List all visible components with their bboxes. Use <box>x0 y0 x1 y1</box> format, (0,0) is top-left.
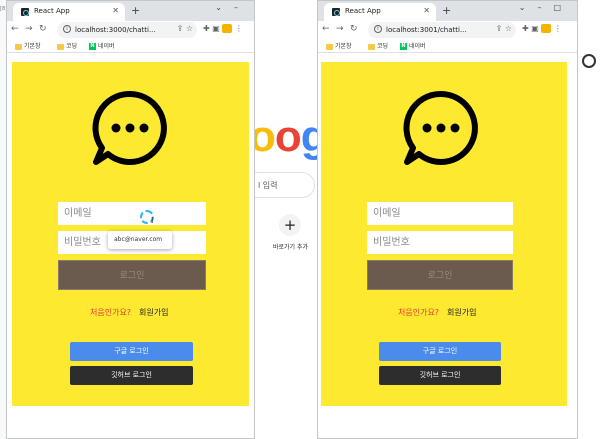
bookmark-item[interactable]: 기본창 <box>326 41 352 50</box>
email-input[interactable] <box>367 202 513 225</box>
reload-icon[interactable]: ↻ <box>350 24 358 34</box>
bookmark-star-icon[interactable]: ⇪ ☆ <box>177 24 193 33</box>
browser-toolbar: ← → ↻ i localhost:3001/chatti... ⇪ ☆ ✚ ▣… <box>318 21 577 39</box>
password-input[interactable] <box>367 231 513 254</box>
bookmark-item[interactable]: 기본창 <box>15 41 41 50</box>
circle-icon <box>582 54 596 68</box>
autofill-suggestion[interactable]: abc@naver.com <box>108 231 172 249</box>
tab-close-icon[interactable]: ✕ <box>423 6 430 15</box>
signup-row: 처음인가요? 회원가입 <box>398 307 477 318</box>
email-field[interactable] <box>58 202 206 225</box>
back-icon[interactable]: ← <box>11 24 19 34</box>
signup-link[interactable]: 회원가입 <box>447 308 476 317</box>
tab-react-app[interactable]: React App ✕ <box>13 3 125 21</box>
naver-icon: N <box>400 43 407 50</box>
text-cursor-icon: I <box>151 216 154 225</box>
new-tab-icon[interactable]: + <box>442 4 451 17</box>
new-tab-icon[interactable]: + <box>131 4 140 17</box>
forward-icon[interactable]: → <box>336 24 344 34</box>
tab-strip: React App ✕ + ⌄–□ <box>318 1 577 21</box>
reload-icon[interactable]: ↻ <box>39 24 47 34</box>
window-controls[interactable]: ⌄– <box>215 3 250 12</box>
folder-icon <box>15 43 22 50</box>
bookmark-item[interactable]: 코딩 <box>57 41 77 50</box>
address-bar[interactable]: i localhost:3001/chatti... ⇪ ☆ <box>368 22 516 38</box>
toolbar-icons[interactable]: ✚ ▣ ⋮ <box>522 24 562 33</box>
email-input[interactable] <box>58 202 206 225</box>
tab-react-app[interactable]: React App ✕ <box>324 3 436 21</box>
bookmark-item[interactable]: 코딩 <box>368 41 388 50</box>
folder-icon <box>326 43 333 50</box>
github-login-button[interactable]: 깃허브 로그인 <box>379 366 501 385</box>
signup-link[interactable]: 회원가입 <box>139 308 168 317</box>
search-placeholder: l 입력 <box>258 181 278 190</box>
forward-icon[interactable]: → <box>25 24 33 34</box>
bookmark-item[interactable]: N 네이버 <box>89 41 115 50</box>
bookmarks-bar: 기본창 코딩 N 네이버 <box>318 39 577 53</box>
google-logo: oog <box>255 112 317 161</box>
window-controls[interactable]: ⌄–□ <box>519 3 573 12</box>
login-button[interactable]: 로그인 <box>58 260 206 290</box>
add-shortcut-label: 바로가기 추가 <box>273 244 309 251</box>
bookmark-star-icon[interactable]: ⇪ ☆ <box>496 24 512 33</box>
signup-question: 처음인가요? <box>90 308 132 317</box>
google-search-box[interactable]: l 입력 <box>255 172 315 198</box>
google-login-button[interactable]: 구글 로그인 <box>70 342 193 361</box>
tab-close-icon[interactable]: ✕ <box>112 6 119 15</box>
background-newtab-page: oog l 입력 + 바로가기 추가 <box>255 0 317 439</box>
chat-bubble-icon <box>403 90 478 165</box>
toolbar-icons[interactable]: ✚ ▣ ⋮ <box>203 24 243 33</box>
login-button[interactable]: 로그인 <box>367 260 513 290</box>
folder-icon <box>368 43 375 50</box>
bookmark-item[interactable]: N 네이버 <box>400 41 426 50</box>
right-background-window <box>578 0 600 439</box>
signup-row: 처음인가요? 회원가입 <box>90 307 169 318</box>
google-login-button[interactable]: 구글 로그인 <box>379 342 501 361</box>
tab-title: React App <box>34 7 70 15</box>
address-bar[interactable]: i localhost:3000/chatti... ⇪ ☆ <box>57 22 197 38</box>
react-favicon-icon <box>21 8 29 16</box>
folder-icon <box>57 43 64 50</box>
password-field[interactable] <box>367 231 513 254</box>
browser-toolbar: ← → ↻ i localhost:3000/chatti... ⇪ ☆ ✚ ▣… <box>7 21 254 39</box>
site-info-icon[interactable]: i <box>63 25 71 33</box>
extension-icon[interactable] <box>222 24 233 33</box>
login-panel: 로그인 처음인가요? 회원가입 구글 로그인 깃허브 로그인 <box>321 62 567 406</box>
naver-icon: N <box>89 43 96 50</box>
url-text: localhost:3001/chatti... <box>386 26 467 34</box>
tab-strip: React App ✕ + ⌄– <box>7 1 254 21</box>
github-login-button[interactable]: 깃허브 로그인 <box>70 366 193 385</box>
react-favicon-icon <box>332 8 340 16</box>
add-shortcut-button[interactable]: + <box>279 214 301 236</box>
url-text: localhost:3000/chatti... <box>75 26 156 34</box>
bookmarks-bar: 기본창 코딩 N 네이버 <box>7 39 254 53</box>
back-icon[interactable]: ← <box>322 24 330 34</box>
signup-question: 처음인가요? <box>398 308 440 317</box>
extension-icon[interactable] <box>541 24 552 33</box>
site-info-icon[interactable]: i <box>374 25 382 33</box>
email-field[interactable] <box>367 202 513 225</box>
chat-bubble-icon <box>92 90 167 165</box>
tab-title: React App <box>345 7 381 15</box>
